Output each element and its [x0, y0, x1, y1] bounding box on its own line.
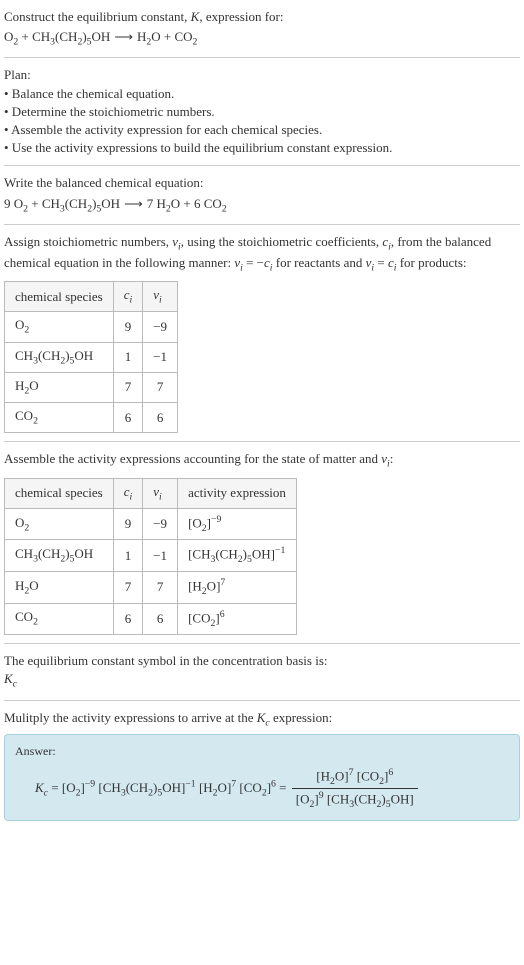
species-O2: O2 — [4, 29, 18, 44]
denominator: [O2]9 [CH3(CH2)5OH] — [292, 789, 418, 812]
numerator: [H2O]7 [CO2]6 — [292, 766, 418, 790]
col-species: chemical species — [5, 478, 114, 508]
col-ci: ci — [113, 478, 143, 508]
cell-nui: −1 — [143, 342, 178, 372]
answer-equation: Kc = [O2]−9 [CH3(CH2)5OH]−1 [H2O]7 [CO2]… — [15, 766, 509, 812]
multiply-text: Mulitply the activity expressions to arr… — [4, 709, 520, 730]
plan-bullet: • Determine the stoichiometric numbers. — [4, 103, 520, 121]
table-row: CO2 6 6 [CO2]6 — [5, 603, 297, 635]
plan-section: Plan: • Balance the chemical equation. •… — [4, 66, 520, 157]
balanced-heading: Write the balanced chemical equation: — [4, 174, 520, 192]
cell-nui: 7 — [143, 572, 178, 604]
cell-nui: −1 — [143, 540, 178, 572]
symbol-text: The equilibrium constant symbol in the c… — [4, 652, 520, 670]
table-row: O2 9 −9 — [5, 312, 178, 342]
col-nui: νi — [143, 282, 178, 312]
cell-ci: 6 — [113, 403, 143, 433]
reaction-arrow: ⟶ — [114, 28, 133, 46]
balanced-equation: 9 O2 + CH3(CH2)5OH ⟶ 7 H2O + 6 CO2 — [4, 195, 520, 216]
text: , expression for: — [199, 9, 283, 24]
Kc-symbol: Kc — [4, 670, 520, 691]
species-CO2: CO2 — [174, 29, 197, 44]
plan-bullet: • Assemble the activity expression for e… — [4, 121, 520, 139]
cell-activity: [O2]−9 — [178, 508, 297, 540]
species-hexanol: CH3(CH2)5OH — [42, 196, 120, 211]
divider — [4, 57, 520, 58]
cell-activity: [CH3(CH2)5OH]−1 — [178, 540, 297, 572]
species-hexanol: CH3(CH2)5OH — [32, 29, 110, 44]
cell-nui: −9 — [143, 508, 178, 540]
cell-nui: 6 — [143, 603, 178, 635]
table-row: H2O 7 7 — [5, 372, 178, 402]
unbalanced-equation: O2 + CH3(CH2)5OH ⟶ H2O + CO2 — [4, 28, 520, 49]
answer-label: Answer: — [15, 743, 509, 760]
cell-species: H2O — [5, 372, 114, 402]
symbol-section: The equilibrium constant symbol in the c… — [4, 652, 520, 691]
divider — [4, 224, 520, 225]
col-species: chemical species — [5, 282, 114, 312]
text: Construct the equilibrium constant, — [4, 9, 191, 24]
col-nui: νi — [143, 478, 178, 508]
plan-bullet: • Balance the chemical equation. — [4, 85, 520, 103]
intro-section: Construct the equilibrium constant, K, e… — [4, 8, 520, 49]
table-row: CH3(CH2)5OH 1 −1 [CH3(CH2)5OH]−1 — [5, 540, 297, 572]
divider — [4, 643, 520, 644]
species-H2O: H2O — [156, 196, 180, 211]
cell-nui: 6 — [143, 403, 178, 433]
cell-ci: 1 — [113, 342, 143, 372]
divider — [4, 700, 520, 701]
balanced-section: Write the balanced chemical equation: 9 … — [4, 174, 520, 215]
cell-ci: 6 — [113, 603, 143, 635]
cell-species: CH3(CH2)5OH — [5, 342, 114, 372]
stoich-paragraph: Assign stoichiometric numbers, νi, using… — [4, 233, 520, 275]
activity-heading: Assemble the activity expressions accoun… — [4, 450, 520, 471]
cell-ci: 9 — [113, 312, 143, 342]
cell-nui: 7 — [143, 372, 178, 402]
activity-table: chemical species ci νi activity expressi… — [4, 478, 297, 635]
cell-species: H2O — [5, 572, 114, 604]
plan-bullet: • Use the activity expressions to build … — [4, 139, 520, 157]
answer-box: Answer: Kc = [O2]−9 [CH3(CH2)5OH]−1 [H2O… — [4, 734, 520, 821]
divider — [4, 165, 520, 166]
species-CO2: CO2 — [204, 196, 227, 211]
table-row: CH3(CH2)5OH 1 −1 — [5, 342, 178, 372]
cell-nui: −9 — [143, 312, 178, 342]
species-O2: O2 — [14, 196, 28, 211]
divider — [4, 441, 520, 442]
table-header-row: chemical species ci νi activity expressi… — [5, 478, 297, 508]
cell-ci: 7 — [113, 572, 143, 604]
cell-activity: [CO2]6 — [178, 603, 297, 635]
cell-ci: 9 — [113, 508, 143, 540]
col-ci: ci — [113, 282, 143, 312]
cell-ci: 1 — [113, 540, 143, 572]
multiply-section: Mulitply the activity expressions to arr… — [4, 709, 520, 821]
fraction: [H2O]7 [CO2]6[O2]9 [CH3(CH2)5OH] — [292, 766, 418, 812]
cell-species: O2 — [5, 312, 114, 342]
table-row: H2O 7 7 [H2O]7 — [5, 572, 297, 604]
cell-species: CO2 — [5, 403, 114, 433]
cell-species: CH3(CH2)5OH — [5, 540, 114, 572]
plan-heading: Plan: — [4, 66, 520, 84]
cell-species: O2 — [5, 508, 114, 540]
activity-section: Assemble the activity expressions accoun… — [4, 450, 520, 635]
reaction-arrow: ⟶ — [124, 195, 143, 213]
table-row: O2 9 −9 [O2]−9 — [5, 508, 297, 540]
species-H2O: H2O — [137, 29, 161, 44]
table-row: CO2 6 6 — [5, 403, 178, 433]
cell-activity: [H2O]7 — [178, 572, 297, 604]
stoich-section: Assign stoichiometric numbers, νi, using… — [4, 233, 520, 434]
cell-species: CO2 — [5, 603, 114, 635]
stoich-table: chemical species ci νi O2 9 −9 CH3(CH2)5… — [4, 281, 178, 433]
col-activity: activity expression — [178, 478, 297, 508]
cell-ci: 7 — [113, 372, 143, 402]
intro-line1: Construct the equilibrium constant, K, e… — [4, 8, 520, 26]
table-header-row: chemical species ci νi — [5, 282, 178, 312]
